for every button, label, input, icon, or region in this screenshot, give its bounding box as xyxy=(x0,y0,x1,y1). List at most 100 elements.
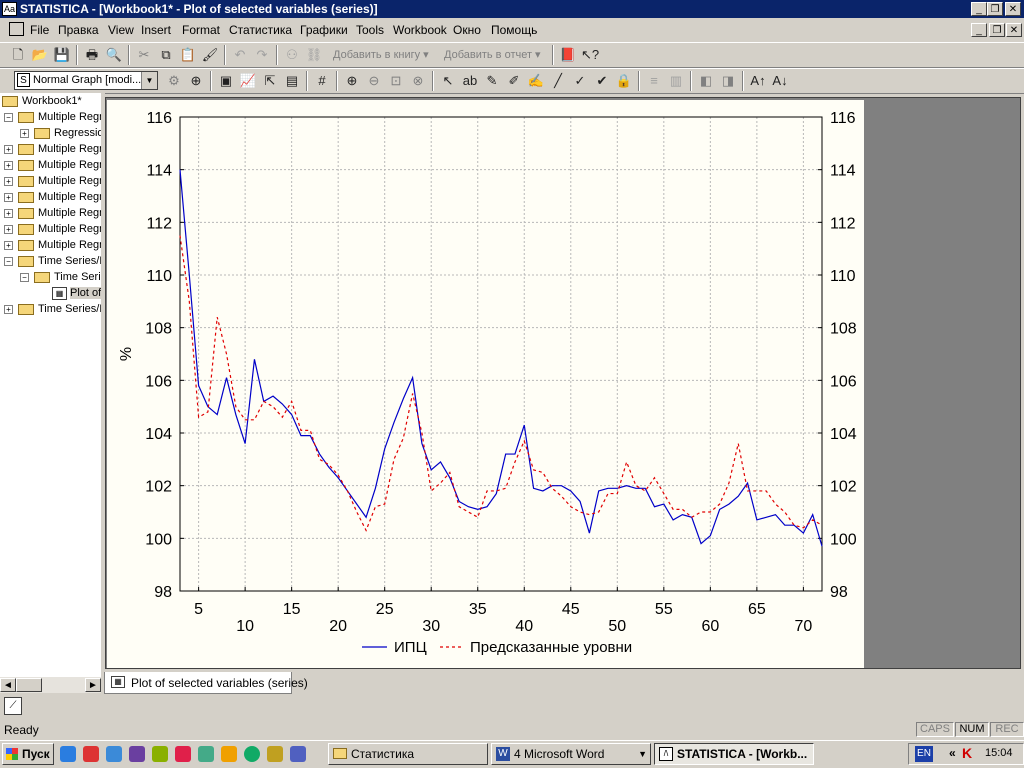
app-icon-orange[interactable] xyxy=(221,746,237,762)
player-icon[interactable] xyxy=(244,746,260,762)
menu-graphs[interactable]: Графики xyxy=(300,23,348,37)
statistica-app-icon[interactable]: Aa xyxy=(2,2,17,16)
expand-icon[interactable]: + xyxy=(4,145,13,154)
redo-icon[interactable]: ↷ xyxy=(252,45,272,65)
tree-item[interactable]: + Multiple Regression xyxy=(0,174,101,190)
language-indicator[interactable]: EN xyxy=(915,746,933,762)
line-tool-icon[interactable]: ╱ xyxy=(548,71,568,91)
chevron-down-icon[interactable]: ▼ xyxy=(141,72,157,89)
doc-close-button[interactable]: ✕ xyxy=(1006,23,1022,37)
tray-expand-icon[interactable]: « xyxy=(949,746,956,760)
scroll-thumb[interactable] xyxy=(16,678,42,692)
collapse-icon[interactable]: − xyxy=(20,273,29,282)
tab-plot-selected[interactable]: ▦ Plot of selected variables (series) xyxy=(104,672,308,694)
app-icon-yellow[interactable] xyxy=(267,746,283,762)
copy-icon[interactable]: ⧉ xyxy=(156,45,176,65)
print-preview-icon[interactable]: 🔍 xyxy=(104,45,124,65)
tree-scrollbar[interactable]: ◄ ► xyxy=(0,677,101,693)
menu-statistics[interactable]: Статистика xyxy=(229,23,292,37)
zoom-fit-icon[interactable]: ⊡ xyxy=(386,71,406,91)
print-icon[interactable]: 🖶 xyxy=(82,45,102,65)
tree-item[interactable]: + Multiple Regression xyxy=(0,158,101,174)
brush-icon[interactable]: ✍ xyxy=(526,71,546,91)
edit-tool-icon[interactable]: ✎ xyxy=(482,71,502,91)
task-microsoft-word[interactable]: W 4 Microsoft Word ▼ xyxy=(491,743,651,765)
title-bar[interactable]: Aa STATISTICA - [Workbook1* - Plot of se… xyxy=(0,0,1024,18)
menu-edit[interactable]: Правка xyxy=(58,23,99,37)
zoom-in-icon[interactable]: ⊕ xyxy=(342,71,362,91)
graph-layout-icon[interactable]: ⇱ xyxy=(260,71,280,91)
font-increase-icon[interactable]: A↑ xyxy=(748,71,768,91)
add-to-workbook-dropdown[interactable]: Добавить в книгу ▾ xyxy=(333,48,429,61)
tree-item[interactable]: ▦Plot of selected variables xyxy=(0,286,101,302)
task-statistika-folder[interactable]: Статистика xyxy=(328,743,488,765)
opera-icon[interactable] xyxy=(83,746,99,762)
grid-icon[interactable]: # xyxy=(312,71,332,91)
tree-item[interactable]: − Time Series xyxy=(0,270,101,286)
expand-icon[interactable]: + xyxy=(4,193,13,202)
tree-item[interactable]: + Multiple Regression xyxy=(0,238,101,254)
scroll-right-icon[interactable]: ► xyxy=(85,678,101,692)
format-painter-icon[interactable]: 🖌 xyxy=(200,45,220,65)
send-back-icon[interactable]: ◨ xyxy=(718,71,738,91)
close-button[interactable]: ✕ xyxy=(1005,2,1021,16)
graph-options-icon[interactable]: ⚙ xyxy=(164,71,184,91)
book-icon[interactable]: 📕 xyxy=(558,45,578,65)
marker-icon[interactable]: ✓ xyxy=(570,71,590,91)
zoom-reset-icon[interactable]: ⊗ xyxy=(408,71,428,91)
link-icon[interactable]: ⛓ xyxy=(304,45,324,65)
tree-item[interactable]: + Multiple Regression xyxy=(0,206,101,222)
series-line-ipc[interactable] xyxy=(179,169,823,547)
help-pointer-icon[interactable]: ↖? xyxy=(580,45,600,65)
minimized-graph-icon[interactable]: ⟋ xyxy=(4,697,22,715)
open-icon[interactable]: 📂 xyxy=(30,45,50,65)
tree-item[interactable]: − Multiple Regression xyxy=(0,110,101,126)
expand-icon[interactable]: + xyxy=(20,129,29,138)
tree-item[interactable]: + Time Series/Forecasting xyxy=(0,302,101,318)
expand-icon[interactable]: + xyxy=(4,241,13,250)
graph-window-icon[interactable]: ▣ xyxy=(216,71,236,91)
app-icon-blue[interactable] xyxy=(290,746,306,762)
align-icon[interactable]: ≡ xyxy=(644,71,664,91)
tree-item[interactable]: + Regression xyxy=(0,126,101,142)
menu-workbook[interactable]: Workbook xyxy=(393,23,447,37)
tree-item[interactable]: + Multiple Regression xyxy=(0,142,101,158)
new-icon[interactable]: 🗋 xyxy=(8,45,28,65)
minimize-button[interactable]: _ xyxy=(971,2,987,16)
zoom-out-icon[interactable]: ⊖ xyxy=(364,71,384,91)
tree-item[interactable]: + Multiple Regression xyxy=(0,222,101,238)
desktop-icon[interactable] xyxy=(60,746,76,762)
bring-front-icon[interactable]: ◧ xyxy=(696,71,716,91)
menu-window[interactable]: Окно xyxy=(453,23,481,37)
font-decrease-icon[interactable]: A↓ xyxy=(770,71,790,91)
collapse-icon[interactable]: − xyxy=(4,113,13,122)
app-icon-green[interactable] xyxy=(152,746,168,762)
expand-icon[interactable]: + xyxy=(4,209,13,218)
restore-button[interactable]: ❐ xyxy=(987,2,1003,16)
distribute-icon[interactable]: ▥ xyxy=(666,71,686,91)
zoom-in-area-icon[interactable]: ⊕ xyxy=(186,71,206,91)
tree-item[interactable]: − Time Series/Forecasting xyxy=(0,254,101,270)
pointer-icon[interactable]: ↖ xyxy=(438,71,458,91)
document-icon[interactable] xyxy=(9,22,24,36)
graph-plot-icon[interactable]: 📈 xyxy=(238,71,258,91)
connect-icon[interactable]: ⚇ xyxy=(282,45,302,65)
tree-item[interactable]: + Multiple Regression xyxy=(0,190,101,206)
internet-explorer-icon[interactable] xyxy=(106,746,122,762)
check-tool-icon[interactable]: ✔ xyxy=(592,71,612,91)
graph-type-select[interactable]: S Normal Graph [modi... ▼ xyxy=(14,71,158,90)
paste-icon[interactable]: 📋 xyxy=(178,45,198,65)
save-icon[interactable]: 💾 xyxy=(52,45,72,65)
annotate-icon[interactable]: ✐ xyxy=(504,71,524,91)
menu-insert[interactable]: Insert xyxy=(141,23,171,37)
kaspersky-icon[interactable]: K xyxy=(962,745,972,761)
graph-frame-icon[interactable]: ▤ xyxy=(282,71,302,91)
text-tool-icon[interactable]: ab xyxy=(460,71,480,91)
media-icon[interactable] xyxy=(129,746,145,762)
menu-file[interactable]: File xyxy=(30,23,49,37)
menu-view[interactable]: View xyxy=(108,23,134,37)
app-icon-teal[interactable] xyxy=(198,746,214,762)
menu-format[interactable]: Format xyxy=(182,23,220,37)
doc-restore-button[interactable]: ❐ xyxy=(989,23,1005,37)
lock-icon[interactable]: 🔒 xyxy=(614,71,634,91)
